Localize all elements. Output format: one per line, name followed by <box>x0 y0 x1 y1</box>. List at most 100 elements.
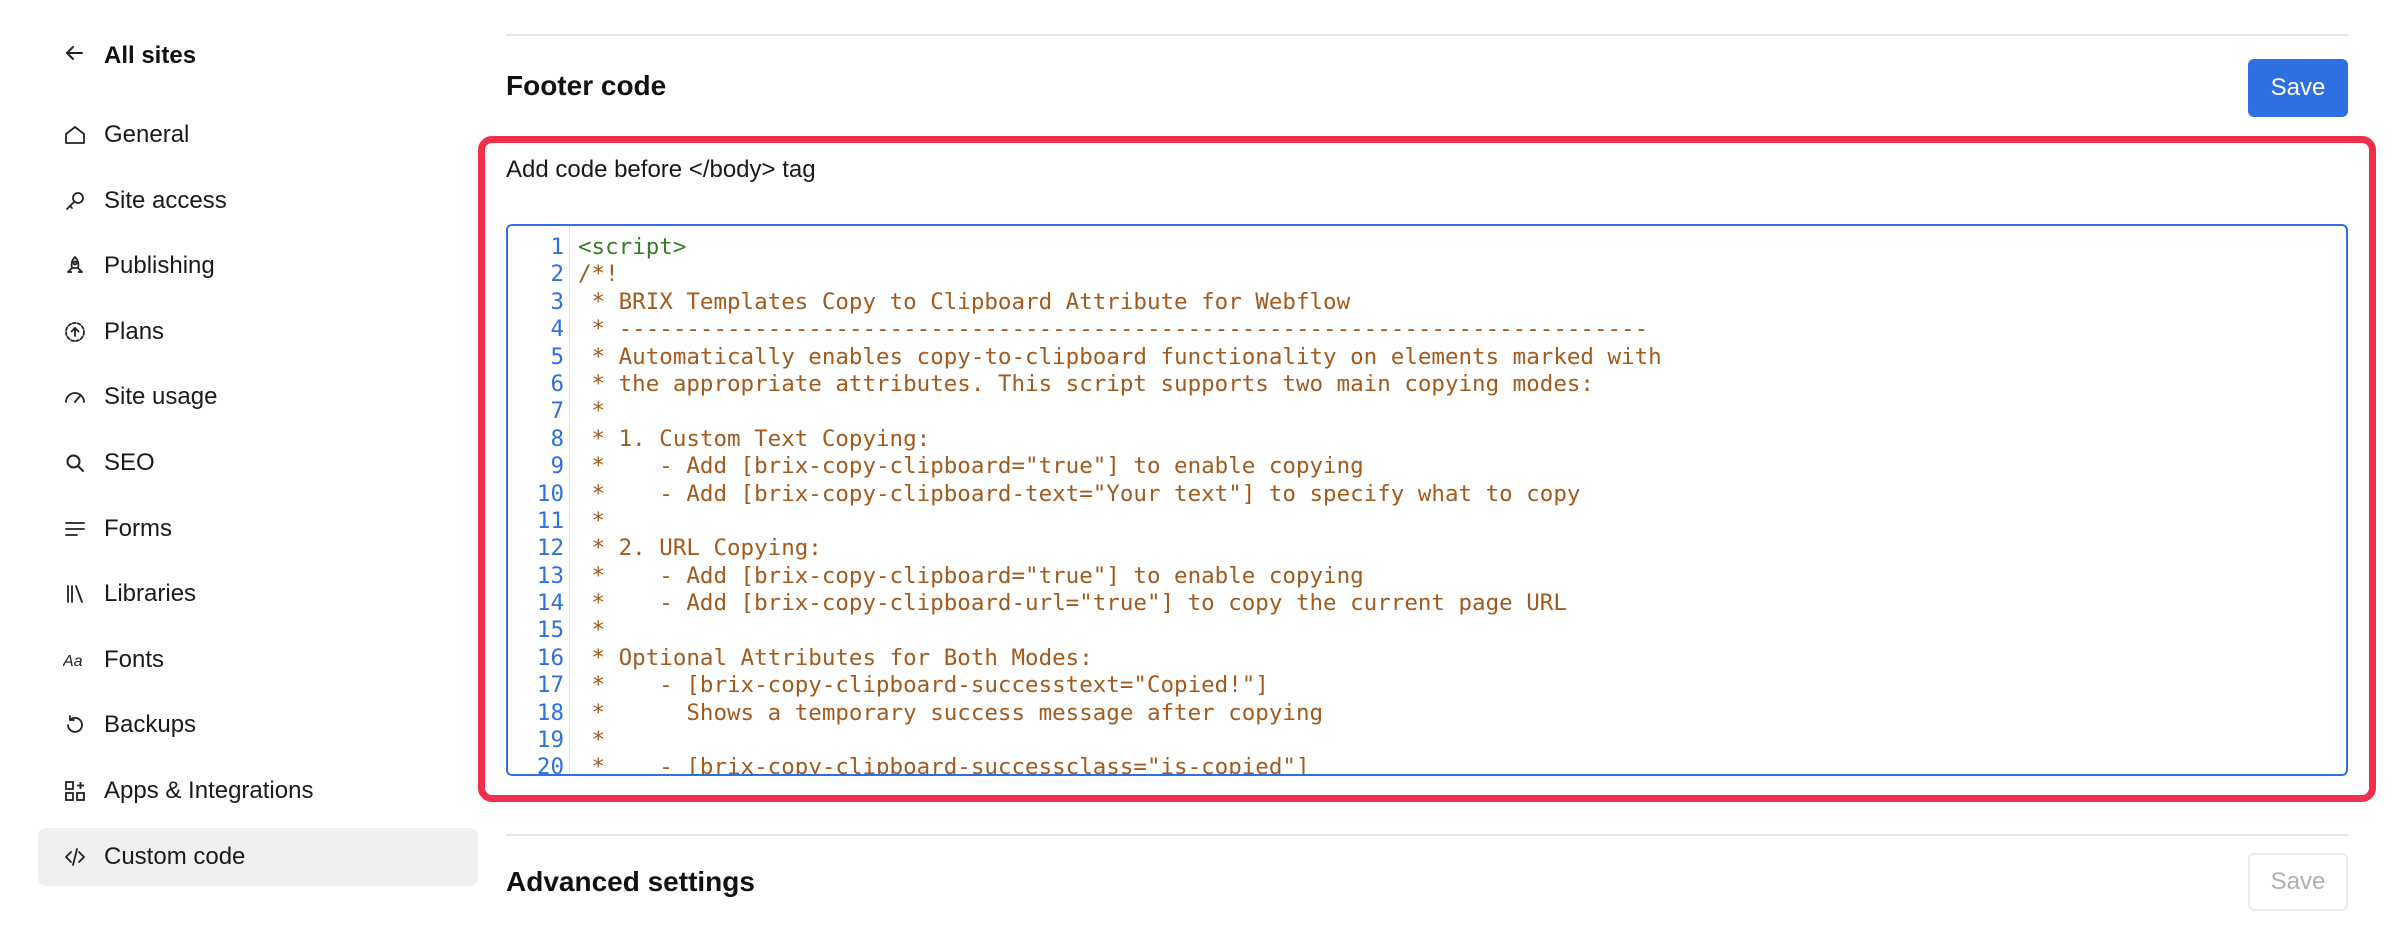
line-number: 17 <box>536 672 564 699</box>
settings-nav: General Site access Publishing Plans Sit… <box>38 106 478 893</box>
line-number: 20 <box>536 754 564 776</box>
sidebar-item-plans[interactable]: Plans <box>38 303 478 361</box>
code-icon <box>62 844 88 870</box>
line-number: 12 <box>536 535 564 562</box>
sidebar-item-label: Site access <box>104 186 227 214</box>
code-line-text: * 2. URL Copying: <box>578 535 822 562</box>
code-line: 3 * BRIX Templates Copy to Clipboard Att… <box>508 289 2346 316</box>
code-line: 10 * - Add [brix-copy-clipboard-text="Yo… <box>508 481 2346 508</box>
code-line: 4 * ------------------------------------… <box>508 316 2346 343</box>
footer-code-save-button[interactable]: Save <box>2248 59 2348 117</box>
section-divider <box>506 834 2348 836</box>
code-line: 7 * <box>508 398 2346 425</box>
code-line: 9 * - Add [brix-copy-clipboard="true"] t… <box>508 453 2346 480</box>
code-line-text: * 1. Custom Text Copying: <box>578 425 931 452</box>
apps-icon <box>62 778 88 804</box>
sidebar-item-label: Site usage <box>104 383 218 411</box>
line-number: 6 <box>550 370 564 397</box>
code-line: 20 * - [brix-copy-clipboard-successclass… <box>508 754 2346 776</box>
arrow-left-icon <box>62 41 86 72</box>
lines-icon <box>62 516 88 542</box>
gauge-icon <box>62 384 88 410</box>
code-line: 6 * the appropriate attributes. This scr… <box>508 371 2346 398</box>
sidebar-item-seo[interactable]: SEO <box>38 434 478 492</box>
code-lines: 1 <script> 2/*! 3 * BRIX Templates Copy to … <box>508 234 2346 776</box>
svg-text:Aa: Aa <box>63 653 83 670</box>
code-line: 8 * 1. Custom Text Copying: <box>508 426 2346 453</box>
code-line-text: * - Add [brix-copy-clipboard-url="true"]… <box>578 590 1567 617</box>
footer-code-editor[interactable]: 1 <script> 2/*! 3 * BRIX Templates Copy to … <box>506 224 2348 776</box>
section-divider <box>506 34 2348 36</box>
code-line-text: * the appropriate attributes. This scrip… <box>578 370 1594 397</box>
line-number: 18 <box>536 699 564 726</box>
code-line-text: <script> <box>578 234 687 260</box>
advanced-settings-title: Advanced settings <box>506 866 755 897</box>
code-line-text: * BRIX Templates Copy to Clipboard Attri… <box>578 288 1351 315</box>
sidebar-item-forms[interactable]: Forms <box>38 500 478 558</box>
line-number: 9 <box>550 453 564 480</box>
line-number: 1 <box>550 234 564 260</box>
line-number: 4 <box>550 316 564 343</box>
rocket-icon <box>62 253 88 279</box>
sidebar-item-site-usage[interactable]: Site usage <box>38 368 478 426</box>
library-icon <box>62 581 88 607</box>
sidebar-item-label: Plans <box>104 317 165 345</box>
back-to-all-sites-link[interactable]: All sites <box>62 36 196 76</box>
line-number: 10 <box>536 480 564 507</box>
sidebar-item-label: Custom code <box>104 842 246 870</box>
code-line: 5 * Automatically enables copy-to-clipbo… <box>508 344 2346 371</box>
sidebar-item-label: General <box>104 121 190 148</box>
code-line: 15 * <box>508 617 2346 644</box>
settings-sidebar: All sites General Site access Publishing… <box>38 0 478 934</box>
font-icon: Aa <box>62 647 88 673</box>
code-line-text: * - [brix-copy-clipboard-successtext="Co… <box>578 672 1269 699</box>
code-line-text: * - Add [brix-copy-clipboard-text="Your … <box>578 480 1581 507</box>
line-number: 3 <box>550 288 564 315</box>
search-icon <box>62 450 88 476</box>
code-line-text: * <box>578 507 606 534</box>
footer-code-field-label: Add code before </body> tag <box>506 156 816 183</box>
code-line: 19 * <box>508 727 2346 754</box>
advanced-settings-save-button[interactable]: Save <box>2248 853 2348 911</box>
sidebar-item-publishing[interactable]: Publishing <box>38 237 478 295</box>
sidebar-item-label: Backups <box>104 711 197 739</box>
sidebar-item-label: Libraries <box>104 580 197 608</box>
key-icon <box>62 188 88 214</box>
code-line: 17 * - [brix-copy-clipboard-successtext=… <box>508 672 2346 699</box>
sidebar-item-custom-code[interactable]: Custom code <box>38 827 478 886</box>
upgrade-icon <box>62 319 88 345</box>
line-number: 11 <box>536 507 564 534</box>
code-line: 2 /*! <box>508 261 2346 288</box>
line-number: 14 <box>536 590 564 617</box>
code-line: 16 * Optional Attributes for Both Modes: <box>508 645 2346 672</box>
sidebar-item-label: Forms <box>104 514 172 542</box>
line-number: 16 <box>536 644 564 671</box>
sidebar-item-label: SEO <box>104 448 155 476</box>
code-line-text: * - Add [brix-copy-clipboard="true"] to … <box>578 562 1364 589</box>
code-line-text: * Shows a temporary success message afte… <box>578 699 1324 726</box>
code-line-text: * Optional Attributes for Both Modes: <box>578 644 1093 671</box>
line-number: 2 <box>550 261 564 288</box>
line-number: 13 <box>536 562 564 589</box>
sidebar-item-backups[interactable]: Backups <box>38 696 478 754</box>
code-line-text: * <box>578 617 606 644</box>
sidebar-item-general[interactable]: General <box>38 106 478 164</box>
home-icon <box>62 122 88 148</box>
footer-code-title: Footer code <box>506 70 667 101</box>
sidebar-item-apps-integrations[interactable]: Apps & Integrations <box>38 762 478 820</box>
sidebar-item-label: Fonts <box>104 645 165 673</box>
code-line: 11 * <box>508 508 2346 535</box>
line-number: 5 <box>550 343 564 370</box>
sidebar-item-label: Publishing <box>104 252 215 280</box>
code-line-text: * - [brix-copy-clipboard-successclass="i… <box>578 754 1310 776</box>
restore-icon <box>62 712 88 738</box>
line-number: 15 <box>536 617 564 644</box>
code-line-text: /*! <box>578 261 619 288</box>
sidebar-item-label: Apps & Integrations <box>104 776 314 804</box>
code-line-text: * <box>578 727 606 754</box>
sidebar-item-fonts[interactable]: Aa Fonts <box>38 631 478 689</box>
code-line-text: * <box>578 398 606 425</box>
sidebar-item-site-access[interactable]: Site access <box>38 172 478 230</box>
sidebar-item-libraries[interactable]: Libraries <box>38 565 478 623</box>
code-line-text: * --------------------------------------… <box>578 316 1649 343</box>
